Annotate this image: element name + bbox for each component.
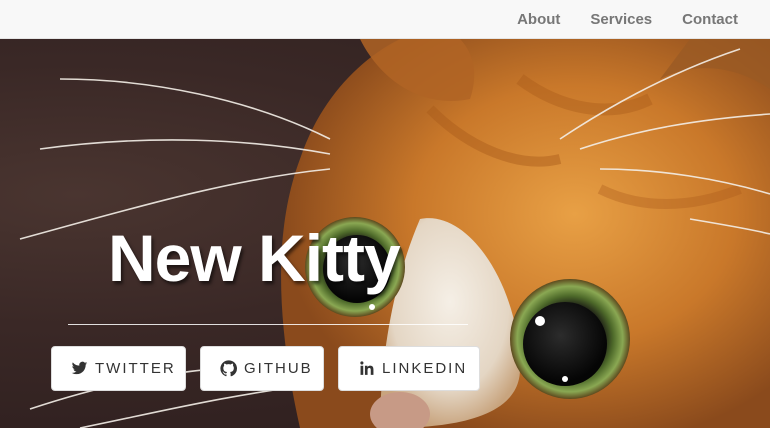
page-title: New Kitty (108, 221, 401, 295)
navbar: About Services Contact (0, 0, 770, 39)
nav-link-contact[interactable]: Contact (682, 11, 738, 28)
linkedin-icon (358, 360, 375, 378)
github-button[interactable]: GITHUB (200, 346, 324, 391)
twitter-label: TWITTER (95, 360, 176, 377)
nav-link-services[interactable]: Services (590, 11, 652, 28)
nav-link-about[interactable]: About (517, 11, 560, 28)
social-buttons: TWITTER GITHUB LINKEDIN (51, 346, 494, 391)
github-icon (220, 359, 237, 378)
linkedin-label: LINKEDIN (382, 360, 468, 377)
nav-links: About Services Contact (487, 0, 738, 39)
twitter-button[interactable]: TWITTER (51, 346, 186, 391)
title-divider (68, 324, 468, 325)
github-label: GITHUB (244, 360, 313, 377)
linkedin-button[interactable]: LINKEDIN (338, 346, 480, 391)
hero-section: New Kitty TWITTER GITHUB LINKEDIN (0, 39, 770, 428)
twitter-icon (71, 360, 88, 378)
